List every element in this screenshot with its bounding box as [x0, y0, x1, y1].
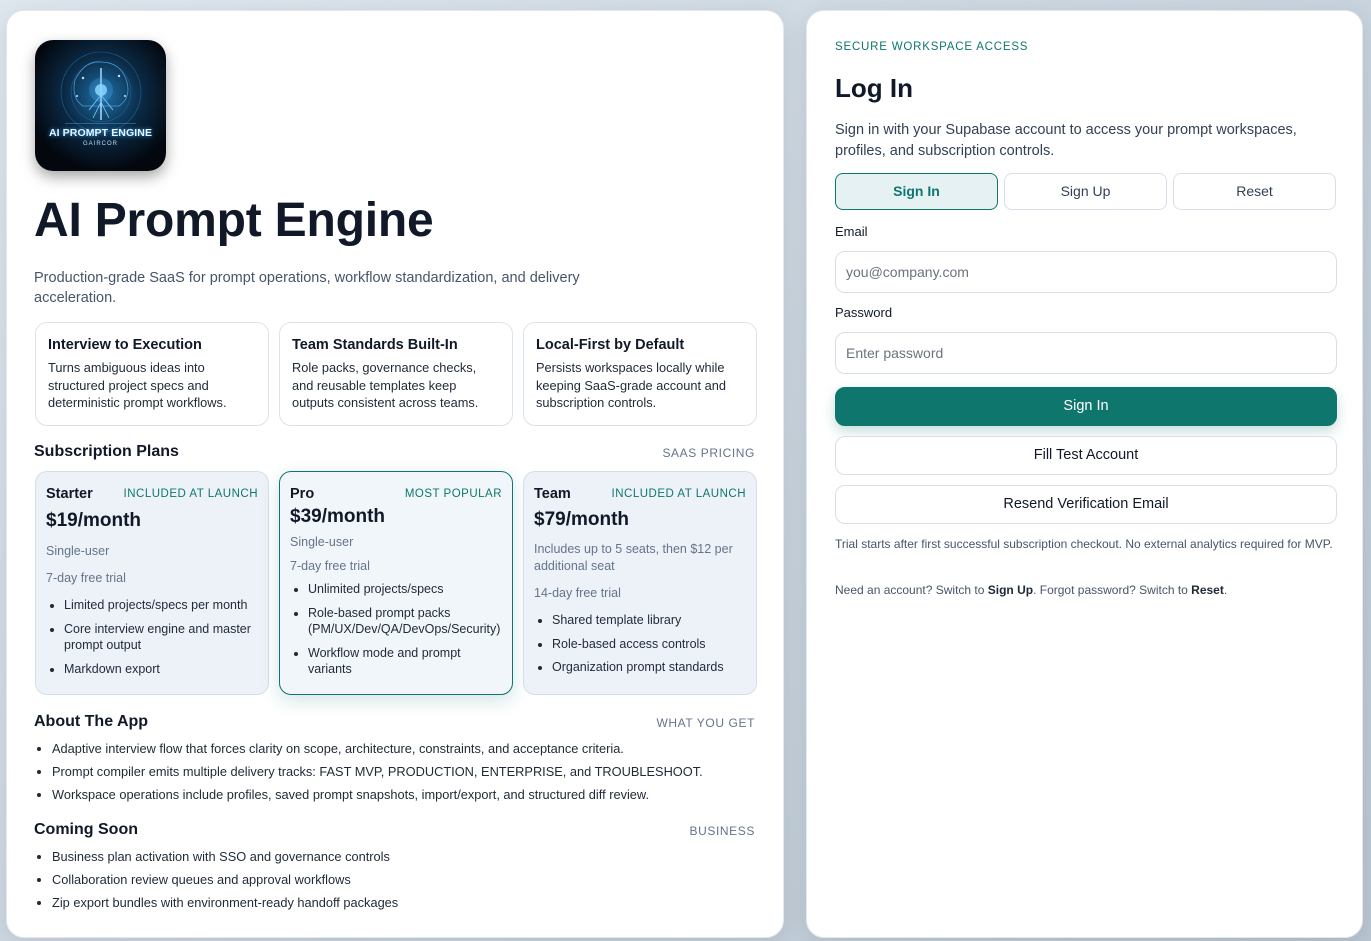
- tab-sign-in[interactable]: Sign In: [835, 173, 998, 210]
- plan-price: $19/month: [46, 510, 142, 531]
- feature-text: Persists workspaces locally while keepin…: [536, 360, 726, 410]
- about-item: Prompt compiler emits multiple delivery …: [52, 764, 764, 780]
- logo-text: AI PROMPT ENGINE: [48, 127, 153, 139]
- app-description: Production-grade SaaS for prompt operati…: [34, 270, 580, 306]
- plans-section-title: Subscription Plans: [34, 443, 179, 460]
- plan-name: Pro: [290, 486, 315, 502]
- plan-card-team[interactable]: Team INCLUDED AT LAUNCH $79/month Includ…: [523, 471, 757, 695]
- plan-feature-list: Limited projects/specs per month Core in…: [46, 597, 258, 677]
- switch-note: Need an account? Switch to Sign Up. Forg…: [835, 582, 1340, 599]
- trial-note: Trial starts after first successful subs…: [835, 537, 1333, 551]
- switch-suffix: .: [1223, 583, 1228, 597]
- switch-sign-up-link[interactable]: Sign Up: [988, 583, 1033, 597]
- app-title: AI Prompt Engine: [34, 194, 434, 247]
- plan-feature: Limited projects/specs per month: [64, 597, 258, 614]
- plan-price: $79/month: [534, 509, 630, 530]
- email-label: Email: [835, 224, 868, 239]
- feature-card: Interview to Execution Turns ambiguous i…: [35, 322, 269, 426]
- fill-test-account-button[interactable]: Fill Test Account: [835, 436, 1337, 475]
- feature-title: Interview to Execution: [48, 337, 202, 353]
- coming-soon-tag: BUSINESS: [689, 824, 755, 838]
- plan-price: $39/month: [290, 506, 386, 527]
- plan-card-pro[interactable]: Pro MOST POPULAR $39/month Single-user 7…: [279, 471, 513, 695]
- plan-badge: INCLUDED AT LAUNCH: [123, 488, 258, 500]
- password-label: Password: [835, 305, 893, 320]
- coming-soon-item: Collaboration review queues and approval…: [52, 872, 764, 888]
- plan-seats: Single-user: [290, 535, 354, 549]
- tab-reset[interactable]: Reset: [1173, 173, 1336, 210]
- feature-text: Role packs, governance checks, and reusa…: [292, 360, 479, 410]
- password-field[interactable]: [835, 332, 1337, 374]
- plans-section-tag: SAAS PRICING: [662, 446, 755, 460]
- plan-seats: Single-user: [46, 544, 110, 558]
- plan-trial: 7-day free trial: [46, 571, 126, 585]
- plan-feature: Role-based prompt packs (PM/UX/Dev/QA/De…: [308, 605, 502, 638]
- plan-feature: Role-based access controls: [552, 636, 746, 653]
- plan-feature: Unlimited projects/specs: [308, 581, 502, 598]
- plan-trial: 14-day free trial: [534, 586, 621, 600]
- plan-seats: Includes up to 5 seats, then $12 per add…: [534, 542, 733, 573]
- plan-name: Starter: [46, 486, 93, 502]
- coming-soon-item: Business plan activation with SSO and go…: [52, 849, 764, 865]
- tab-sign-up[interactable]: Sign Up: [1004, 173, 1167, 210]
- feature-title: Team Standards Built-In: [292, 337, 458, 353]
- switch-reset-link[interactable]: Reset: [1191, 583, 1224, 597]
- about-item: Workspace operations include profiles, s…: [52, 787, 764, 803]
- login-description: Sign in with your Supabase account to ac…: [835, 122, 1297, 159]
- coming-soon-item: Zip export bundles with environment-read…: [52, 895, 764, 911]
- feature-title: Local-First by Default: [536, 337, 685, 353]
- resend-verification-button[interactable]: Resend Verification Email: [835, 485, 1337, 524]
- about-section-tag: WHAT YOU GET: [656, 716, 755, 730]
- email-field[interactable]: [835, 251, 1337, 293]
- plan-feature: Workflow mode and prompt variants: [308, 645, 502, 678]
- plan-badge: INCLUDED AT LAUNCH: [611, 488, 746, 500]
- coming-soon-list: Business plan activation with SSO and go…: [34, 849, 764, 918]
- logo-subtext: GAIRCOR: [82, 141, 118, 147]
- plan-feature: Markdown export: [64, 661, 258, 678]
- plan-feature: Organization prompt standards: [552, 659, 746, 676]
- login-eyebrow: SECURE WORKSPACE ACCESS: [835, 41, 1029, 53]
- switch-prefix: Need an account? Switch to: [835, 583, 988, 597]
- plan-feature: Shared template library: [552, 612, 746, 629]
- about-section-title: About The App: [34, 713, 149, 730]
- plan-trial: 7-day free trial: [290, 559, 370, 573]
- feature-text: Turns ambiguous ideas into structured pr…: [48, 360, 227, 410]
- coming-soon-title: Coming Soon: [34, 821, 138, 838]
- plan-card-starter[interactable]: Starter INCLUDED AT LAUNCH $19/month Sin…: [35, 471, 269, 695]
- plan-badge: MOST POPULAR: [404, 488, 502, 500]
- sign-in-button[interactable]: Sign In: [835, 387, 1337, 426]
- product-panel: AI PROMPT ENGINE GAIRCOR AI Prompt Engin…: [6, 10, 784, 938]
- about-list: Adaptive interview flow that forces clar…: [34, 741, 764, 810]
- login-title: Log In: [835, 73, 913, 103]
- plan-feature-list: Shared template library Role-based acces…: [534, 612, 746, 676]
- feature-card: Local-First by Default Persists workspac…: [523, 322, 757, 426]
- plan-name: Team: [534, 486, 571, 502]
- feature-card: Team Standards Built-In Role packs, gove…: [279, 322, 513, 426]
- plan-feature-list: Unlimited projects/specs Role-based prom…: [290, 581, 502, 678]
- plan-feature: Core interview engine and master prompt …: [64, 621, 258, 654]
- switch-middle: . Forgot password? Switch to: [1033, 583, 1192, 597]
- app-logo: AI PROMPT ENGINE GAIRCOR: [35, 40, 166, 171]
- about-item: Adaptive interview flow that forces clar…: [52, 741, 764, 757]
- login-panel: SECURE WORKSPACE ACCESS Log In Sign in w…: [806, 10, 1363, 938]
